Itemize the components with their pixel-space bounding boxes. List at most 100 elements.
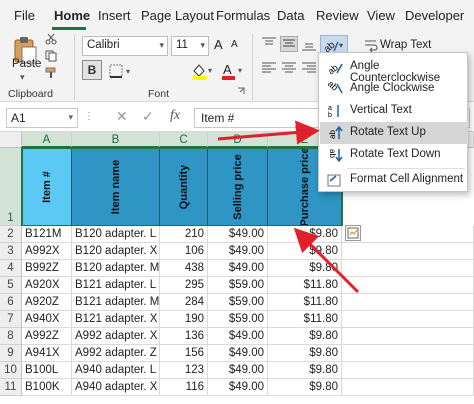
empty-cell[interactable] <box>342 226 474 243</box>
item-name-cell[interactable]: B120 adapter. M <box>72 260 160 277</box>
selling-price-cell[interactable]: $49.00 <box>208 328 268 345</box>
item-name-cell[interactable]: A992 adapter. Z <box>72 345 160 362</box>
fill-color-icon[interactable]: ▾ <box>190 61 216 81</box>
font-color-icon[interactable]: A ▾ <box>220 61 246 81</box>
font-size-combo[interactable]: 11 ▾ <box>171 36 209 56</box>
wrap-text-icon[interactable] <box>364 38 378 52</box>
empty-cell[interactable] <box>342 277 474 294</box>
decrease-font-icon[interactable]: A <box>231 39 238 50</box>
quantity-cell[interactable]: 116 <box>160 379 208 396</box>
item-no-cell[interactable]: B100K <box>22 379 72 396</box>
tab-insert[interactable]: Insert <box>98 8 131 23</box>
enter-icon[interactable]: ✓ <box>142 108 154 125</box>
tab-data[interactable]: Data <box>277 8 304 23</box>
item-name-cell[interactable]: B120 adapter. X <box>72 243 160 260</box>
item-name-cell[interactable]: A940 adapter. X <box>72 379 160 396</box>
purchase-price-cell[interactable]: $9.80 <box>268 379 342 396</box>
row-header-5[interactable]: 5 <box>0 277 22 294</box>
quantity-cell[interactable]: 295 <box>160 277 208 294</box>
item-no-cell[interactable]: A992X <box>22 243 72 260</box>
font-name-combo[interactable]: Calibri ▾ <box>82 36 168 56</box>
quantity-cell[interactable]: 438 <box>160 260 208 277</box>
quantity-cell[interactable]: 123 <box>160 362 208 379</box>
tab-view[interactable]: View <box>367 8 395 23</box>
quantity-cell[interactable]: 284 <box>160 294 208 311</box>
purchase-price-cell[interactable]: $9.80 <box>268 345 342 362</box>
selling-price-cell[interactable]: $59.00 <box>208 311 268 328</box>
purchase-price-cell[interactable]: $11.80 <box>268 311 342 328</box>
row-header-4[interactable]: 4 <box>0 260 22 277</box>
tab-file[interactable]: File <box>14 8 35 23</box>
tab-home[interactable]: Home <box>54 8 90 23</box>
insert-function-icon[interactable]: fx <box>170 108 180 124</box>
item-name-cell[interactable]: B120 adapter. L <box>72 226 160 243</box>
purchase-price-cell[interactable]: $11.80 <box>268 277 342 294</box>
empty-cell[interactable] <box>342 362 474 379</box>
selling-price-cell[interactable]: $49.00 <box>208 260 268 277</box>
name-box[interactable]: A1 ▾ <box>6 108 78 128</box>
item-no-cell[interactable]: A920X <box>22 277 72 294</box>
purchase-price-cell[interactable]: $9.80 <box>268 328 342 345</box>
select-all-corner[interactable] <box>0 132 22 148</box>
menu-item-rotate-text-up[interactable]: ab Rotate Text Up <box>320 122 468 144</box>
align-top-icon[interactable] <box>260 36 278 52</box>
row-header-11[interactable]: 11 <box>0 379 22 396</box>
empty-cell[interactable] <box>342 294 474 311</box>
purchase-price-cell[interactable]: $9.80 <box>268 243 342 260</box>
item-name-cell[interactable]: B121 adapter. X <box>72 311 160 328</box>
empty-cell[interactable] <box>342 379 474 396</box>
item-no-cell[interactable]: A920Z <box>22 294 72 311</box>
row-header-1[interactable]: 1 <box>0 148 22 226</box>
format-painter-icon[interactable] <box>44 66 58 80</box>
item-name-cell[interactable]: B121 adapter. M <box>72 294 160 311</box>
column-header-a[interactable]: A <box>22 132 72 148</box>
empty-cell[interactable] <box>342 345 474 362</box>
menu-item-rotate-text-down[interactable]: ab Rotate Text Down <box>320 144 468 166</box>
item-name-cell[interactable]: B121 adapter. L <box>72 277 160 294</box>
tab-page-layout[interactable]: Page Layout <box>141 8 214 23</box>
header-cell-item-name[interactable]: Item name <box>72 148 160 226</box>
more-options-icon[interactable]: ⋮ <box>84 111 94 122</box>
item-no-cell[interactable]: B100L <box>22 362 72 379</box>
header-cell-selling-price[interactable]: Selling price <box>208 148 268 226</box>
quantity-cell[interactable]: 190 <box>160 311 208 328</box>
row-header-8[interactable]: 8 <box>0 328 22 345</box>
increase-font-icon[interactable]: A <box>214 37 223 52</box>
menu-item-angle-counterclockwise[interactable]: ab Angle Counterclockwise <box>320 56 468 84</box>
bold-button[interactable]: B <box>82 60 102 80</box>
align-center-icon[interactable] <box>280 60 298 76</box>
row-header-3[interactable]: 3 <box>0 243 22 260</box>
column-header-c[interactable]: C <box>160 132 208 148</box>
copy-icon[interactable] <box>44 49 58 63</box>
align-middle-icon[interactable] <box>280 36 298 52</box>
menu-item-vertical-text[interactable]: ab Vertical Text <box>320 100 468 122</box>
header-cell-quantity[interactable]: Quantity <box>160 148 208 226</box>
item-no-cell[interactable]: A992Z <box>22 328 72 345</box>
row-header-6[interactable]: 6 <box>0 294 22 311</box>
selling-price-cell[interactable]: $49.00 <box>208 379 268 396</box>
quantity-cell[interactable]: 106 <box>160 243 208 260</box>
tab-review[interactable]: Review <box>316 8 359 23</box>
tab-formulas[interactable]: Formulas <box>216 8 270 23</box>
align-bottom-icon[interactable] <box>300 36 318 52</box>
item-name-cell[interactable]: A940 adapter. L <box>72 362 160 379</box>
quick-analysis-button[interactable] <box>345 225 361 241</box>
row-header-10[interactable]: 10 <box>0 362 22 379</box>
selling-price-cell[interactable]: $49.00 <box>208 345 268 362</box>
item-no-cell[interactable]: B121M <box>22 226 72 243</box>
quantity-cell[interactable]: 136 <box>160 328 208 345</box>
header-cell-item-no[interactable]: Item # <box>22 148 72 226</box>
cut-icon[interactable] <box>44 32 58 46</box>
empty-cell[interactable] <box>342 311 474 328</box>
item-name-cell[interactable]: A992 adapter. X <box>72 328 160 345</box>
align-left-icon[interactable] <box>260 60 278 76</box>
row-header-7[interactable]: 7 <box>0 311 22 328</box>
selling-price-cell[interactable]: $49.00 <box>208 362 268 379</box>
purchase-price-cell[interactable]: $9.80 <box>268 260 342 277</box>
purchase-price-cell[interactable]: $11.80 <box>268 294 342 311</box>
empty-cell[interactable] <box>342 243 474 260</box>
borders-icon[interactable]: ▾ <box>108 63 136 79</box>
selling-price-cell[interactable]: $59.00 <box>208 277 268 294</box>
column-header-b[interactable]: B <box>72 132 160 148</box>
align-right-icon[interactable] <box>300 60 318 76</box>
